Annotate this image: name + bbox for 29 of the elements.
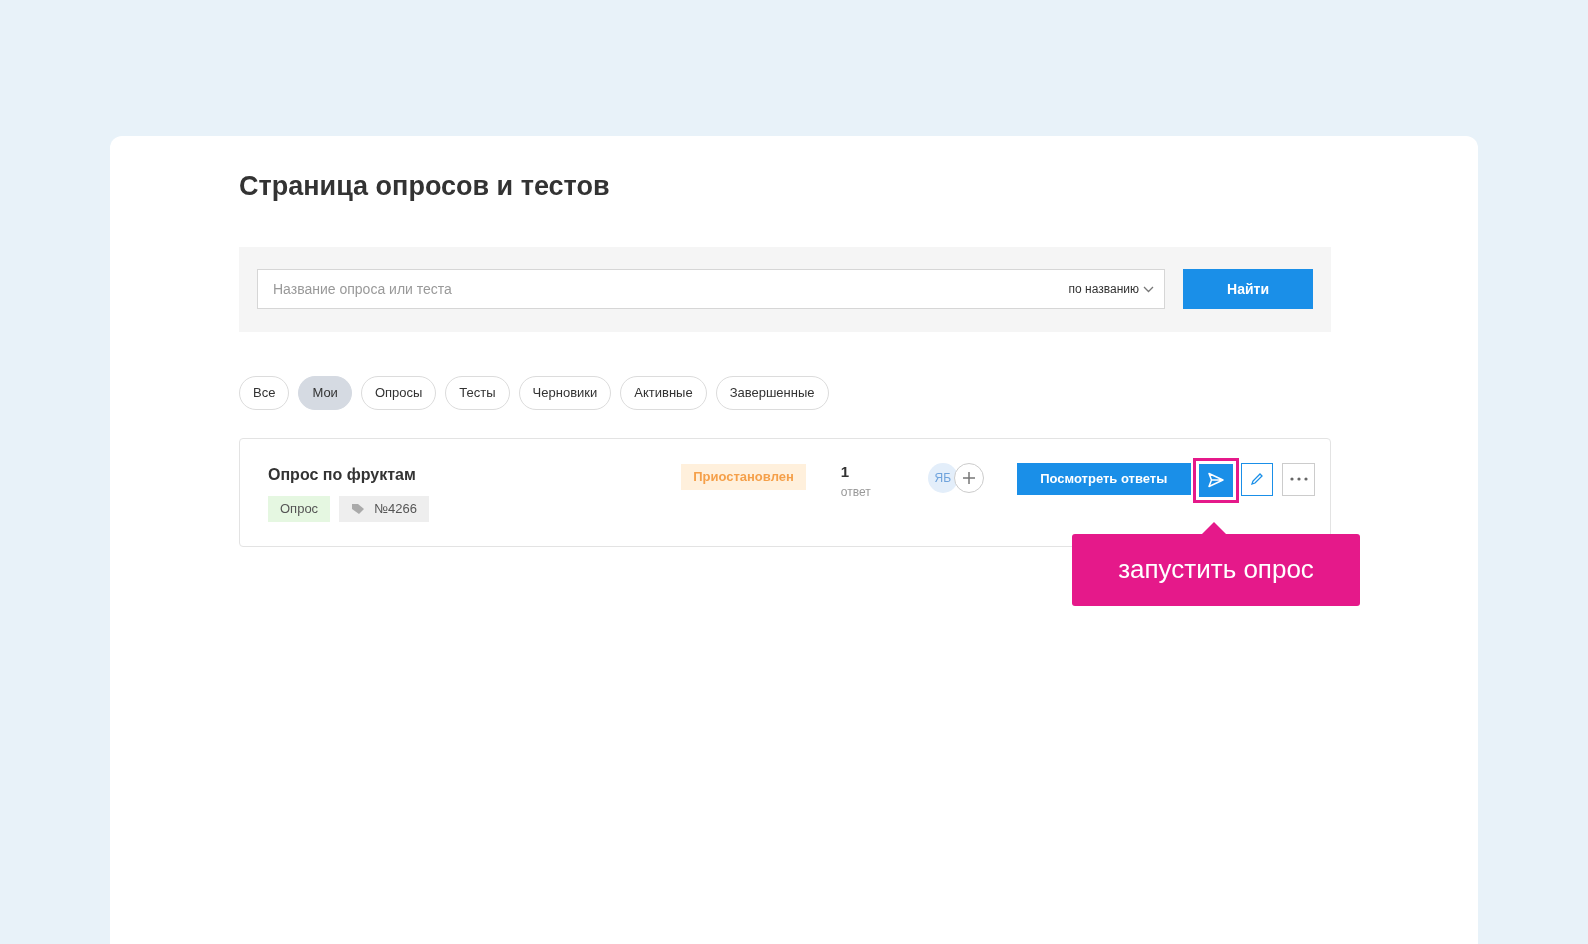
pencil-icon <box>1250 472 1265 486</box>
chevron-down-icon <box>1143 285 1154 293</box>
answers-label: ответ <box>840 484 871 501</box>
survey-title[interactable]: Опрос по фруктам <box>268 462 416 487</box>
tooltip-text: запустить опрос <box>1118 553 1314 586</box>
page-title: Страница опросов и тестов <box>239 170 610 203</box>
send-icon <box>1206 472 1225 488</box>
plus-icon <box>961 470 976 485</box>
send-button[interactable] <box>1198 463 1233 497</box>
tag-icon <box>351 502 366 515</box>
filter-tab[interactable]: Завершенные <box>715 375 829 410</box>
search-input[interactable]: Название опроса или теста <box>273 278 1069 300</box>
type-tag: Опрос <box>268 495 331 522</box>
filter-tab[interactable]: Тесты <box>445 375 510 410</box>
filter-tab[interactable]: Активные <box>620 375 707 410</box>
number-tag-text: №4266 <box>374 499 417 518</box>
filter-tab[interactable]: Черновики <box>518 375 612 410</box>
filter-tab[interactable]: Все <box>239 375 290 410</box>
search-field[interactable]: Название опроса или теста по названию <box>257 269 1165 309</box>
answers-count: 1 <box>840 461 850 482</box>
more-icon <box>1289 477 1308 481</box>
status-badge: Приостановлен <box>681 463 806 490</box>
more-button[interactable] <box>1282 462 1315 496</box>
filter-tab[interactable]: Мои <box>298 375 352 410</box>
filter-tab[interactable]: Опросы <box>360 375 437 410</box>
user-avatar: ЯБ <box>927 462 958 493</box>
add-user-button[interactable] <box>953 462 984 493</box>
search-mode-select[interactable]: по названию <box>1068 280 1154 298</box>
edit-button[interactable] <box>1240 462 1274 496</box>
